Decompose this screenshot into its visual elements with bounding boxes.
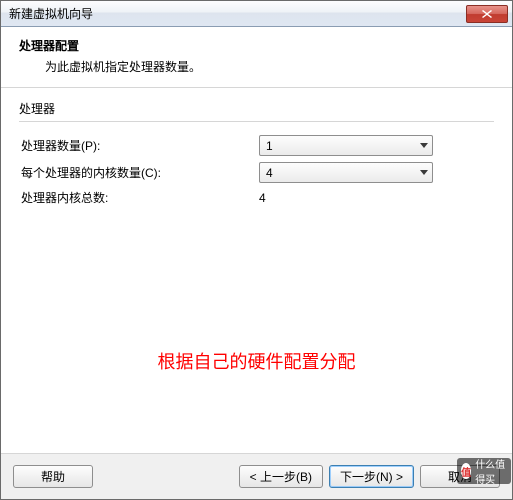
- chevron-down-icon: [420, 170, 428, 175]
- chevron-down-icon: [420, 143, 428, 148]
- help-button[interactable]: 帮助: [13, 465, 93, 488]
- close-button[interactable]: [466, 5, 508, 23]
- window-title: 新建虚拟机向导: [9, 5, 93, 22]
- cores-per-processor-select[interactable]: 4: [259, 162, 433, 183]
- wizard-dialog: 新建虚拟机向导 处理器配置 为此虚拟机指定处理器数量。 处理器 处理器数量(P)…: [0, 0, 513, 500]
- wizard-header: 处理器配置 为此虚拟机指定处理器数量。: [1, 27, 512, 88]
- row-total-cores: 处理器内核总数: 4: [19, 186, 494, 209]
- watermark-logo-icon: 值: [461, 463, 471, 479]
- total-cores-label: 处理器内核总数:: [19, 189, 259, 206]
- content-area: 处理器 处理器数量(P): 1 每个处理器的内核数量(C): 4 处理器内核总数…: [1, 88, 512, 453]
- close-icon: [482, 10, 492, 18]
- processor-count-value: 1: [266, 139, 273, 153]
- processor-count-label: 处理器数量(P):: [19, 137, 259, 154]
- processor-count-select[interactable]: 1: [259, 135, 433, 156]
- page-title: 处理器配置: [19, 37, 498, 54]
- processors-group: 处理器 处理器数量(P): 1 每个处理器的内核数量(C): 4 处理器内核总数…: [1, 88, 512, 209]
- cores-per-processor-label: 每个处理器的内核数量(C):: [19, 164, 259, 181]
- watermark: 值 什么值得买: [457, 458, 511, 484]
- group-label: 处理器: [19, 100, 494, 117]
- row-cores-per-processor: 每个处理器的内核数量(C): 4: [19, 159, 494, 186]
- overlay-annotation: 根据自己的硬件配置分配: [1, 348, 512, 374]
- watermark-text: 什么值得买: [475, 456, 507, 486]
- total-cores-value: 4: [259, 191, 494, 205]
- row-processor-count: 处理器数量(P): 1: [19, 132, 494, 159]
- back-button[interactable]: < 上一步(B): [239, 465, 323, 488]
- footer: 帮助 < 上一步(B) 下一步(N) > 取消: [1, 453, 512, 499]
- next-button[interactable]: 下一步(N) >: [329, 465, 414, 488]
- group-separator: [19, 121, 494, 122]
- page-subtitle: 为此虚拟机指定处理器数量。: [19, 58, 498, 75]
- titlebar: 新建虚拟机向导: [1, 1, 512, 27]
- cores-per-processor-value: 4: [266, 166, 273, 180]
